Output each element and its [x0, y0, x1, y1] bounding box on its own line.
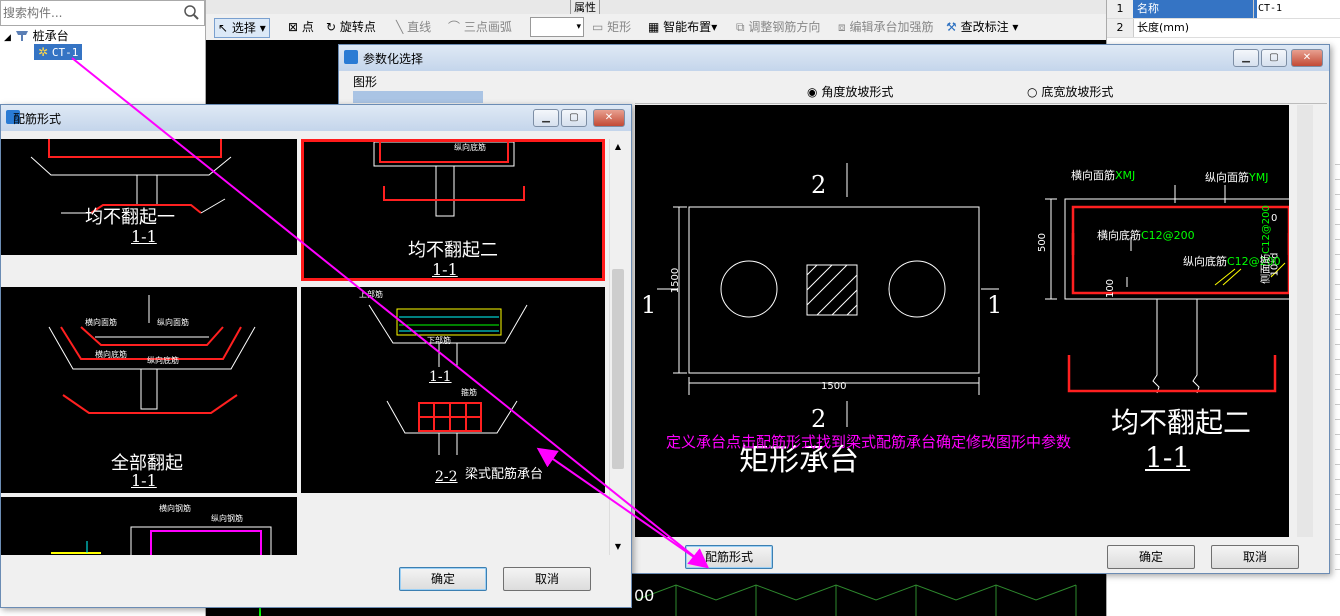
- annotation-arrows: [71, 57, 710, 569]
- annotation-text: 定义承台点击配筋形式找到梁式配筋承台确定修改图形中参数: [666, 433, 1072, 451]
